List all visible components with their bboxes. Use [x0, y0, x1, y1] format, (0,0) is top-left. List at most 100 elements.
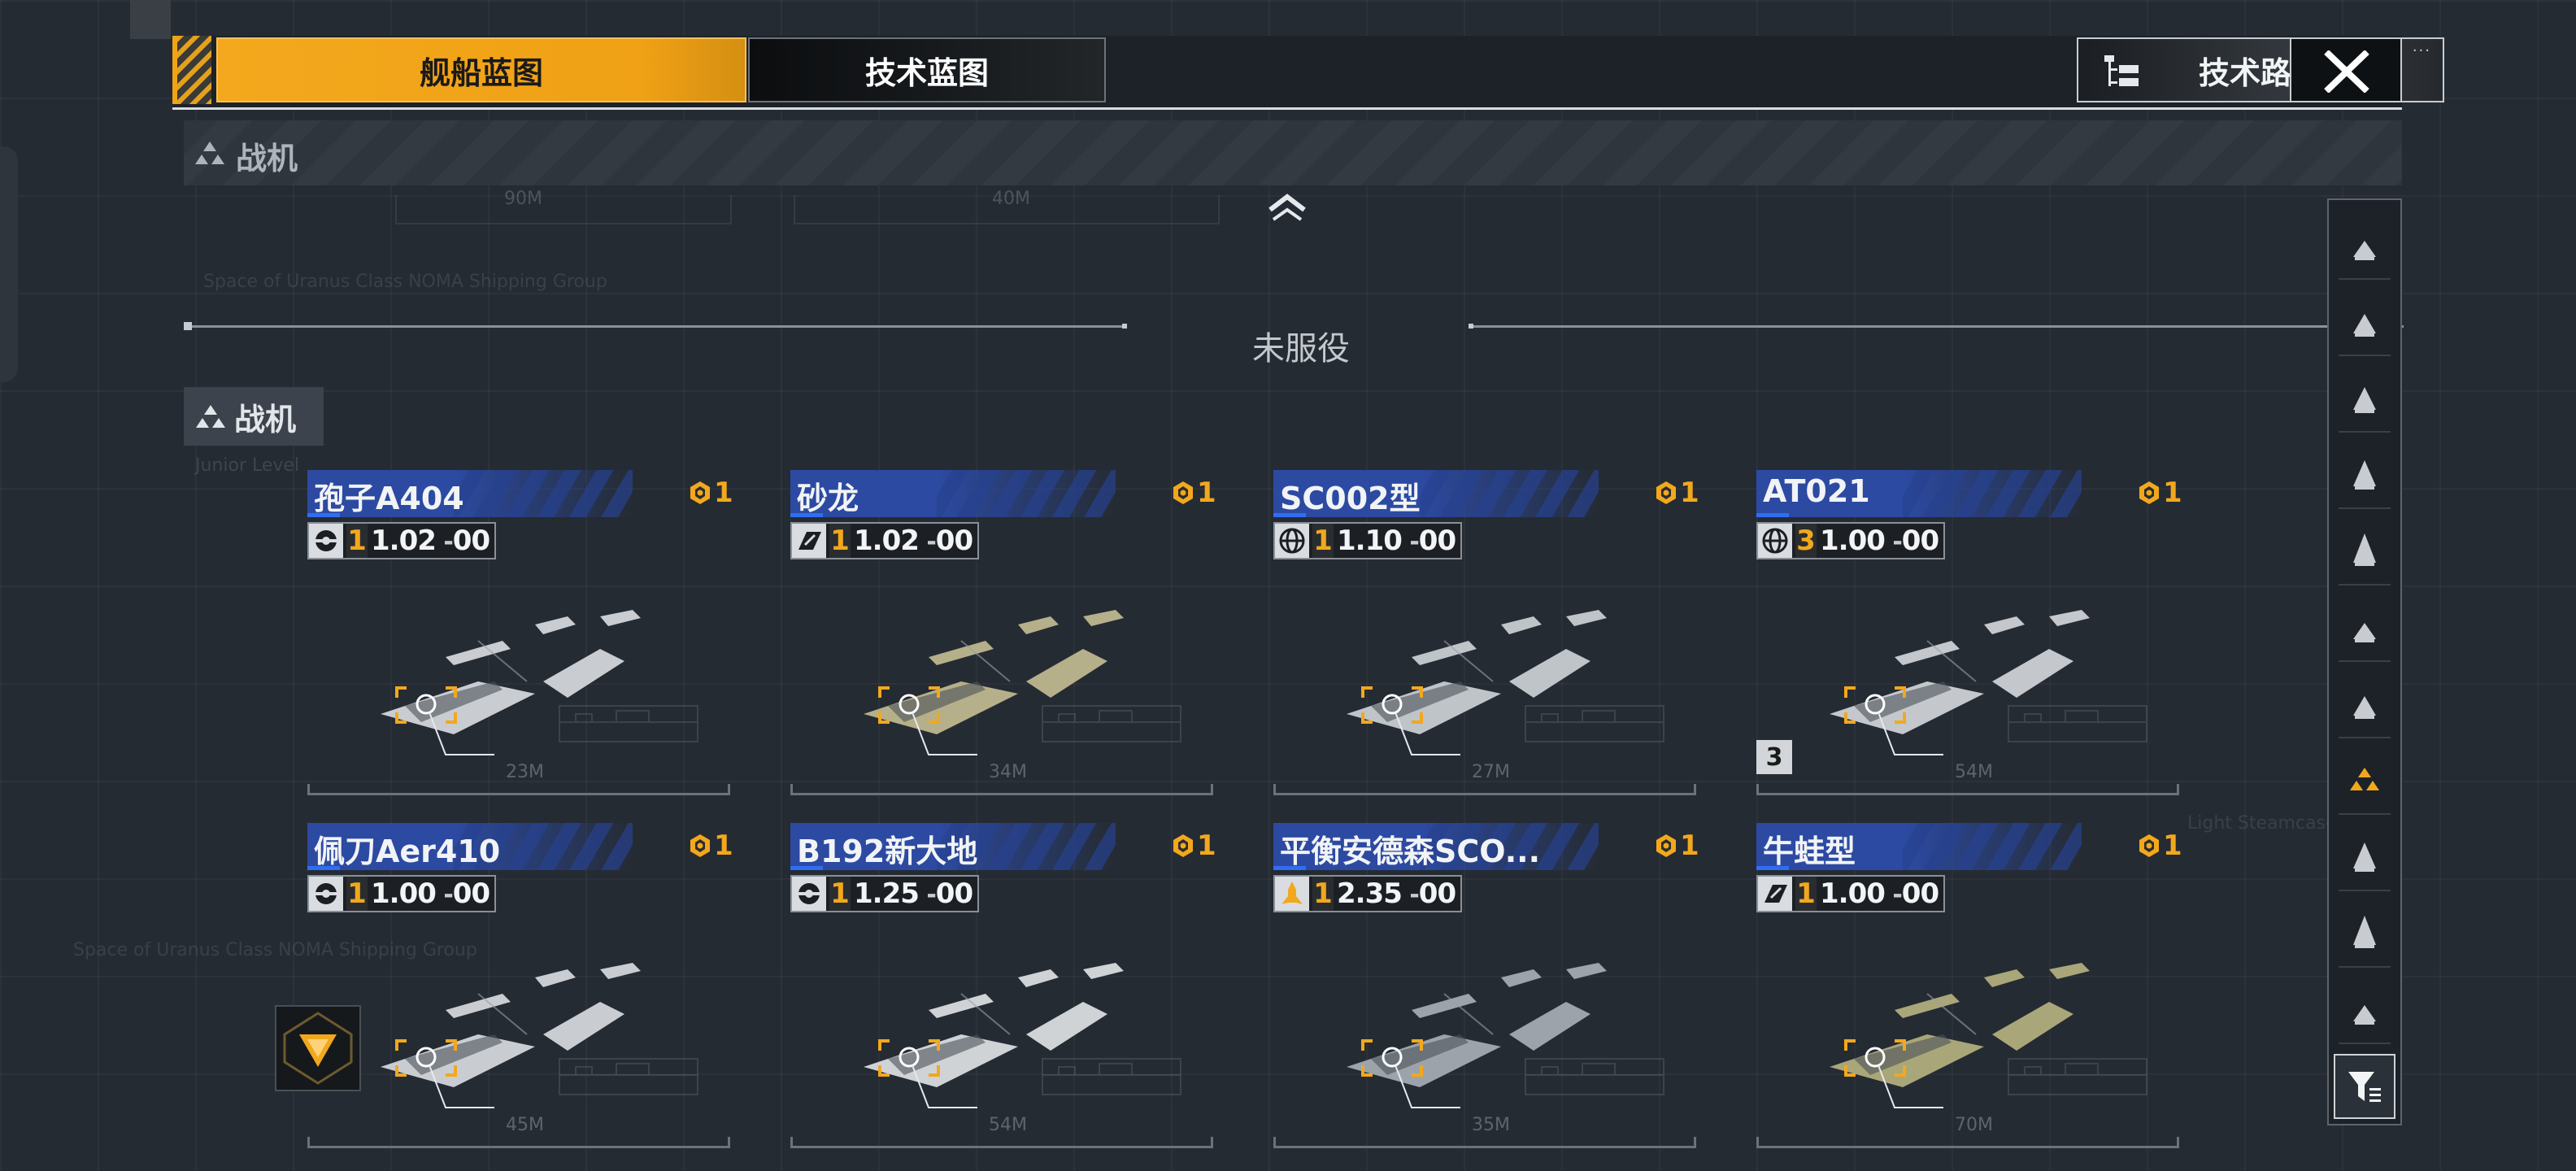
ship-size: 35M — [1472, 1115, 1510, 1135]
ship-score: 1.10 -00 — [1337, 525, 1456, 557]
side-filter-cruiser[interactable] — [2339, 366, 2391, 433]
fighter-icon — [196, 405, 225, 428]
rank-medal-icon — [2139, 481, 2159, 504]
group-label: 战机 — [184, 387, 324, 446]
rank-medal-icon — [690, 834, 710, 857]
name-accent — [1756, 513, 1789, 517]
tab-ship-blueprint[interactable]: 舰船蓝图 — [216, 37, 746, 102]
side-filter-destroyer[interactable] — [2339, 442, 2391, 509]
ship-name: SC002型 — [1280, 481, 1421, 516]
side-filter-rail — [2327, 198, 2402, 1125]
category-header[interactable]: 战机 — [184, 120, 2402, 185]
ship-stat: 1 1.02 -00 — [790, 522, 980, 559]
frigate-icon — [2353, 533, 2376, 566]
side-filter-shuttle[interactable] — [2339, 901, 2391, 968]
ship-card[interactable]: 牛蛙型 1 1 1.00 -00 70M — [1756, 823, 2182, 1148]
tab-label: 舰船蓝图 — [419, 54, 543, 91]
ship-illustration — [356, 912, 714, 1124]
shuttle-icon — [2353, 916, 2376, 948]
rank-medal-icon — [1656, 481, 1676, 504]
ship-name: 牛蛙型 — [1763, 834, 1856, 869]
score-suffix: 00 — [935, 877, 973, 910]
decor-size: 90M — [504, 189, 542, 209]
decor-text: Junior Level — [195, 455, 300, 476]
filter-button[interactable] — [2334, 1054, 2395, 1119]
expand-menu-button[interactable] — [275, 1005, 361, 1091]
section-divider-left — [184, 325, 1127, 328]
ship-illustration — [356, 559, 714, 771]
card-bottom-frame — [1273, 1137, 1696, 1148]
score-value: 1.02 — [854, 525, 920, 557]
card-bottom-frame — [1756, 1137, 2179, 1148]
score-value: 1.00 — [1820, 525, 1886, 557]
tech-gear-icon — [792, 877, 826, 911]
divider-end-dot — [1469, 324, 1473, 329]
rocket-icon — [1275, 877, 1309, 911]
card-bottom-frame — [790, 1137, 1213, 1148]
side-filter-battleship[interactable] — [2339, 213, 2391, 280]
ship-card[interactable]: AT021 1 3 1.00 -00 54M 3 — [1756, 470, 2182, 795]
rank-badge: 1 — [688, 477, 733, 509]
side-filter-fighter[interactable] — [2339, 748, 2391, 815]
rank-badge: 1 — [2137, 829, 2182, 862]
battleship-icon — [2353, 241, 2376, 260]
ship-card[interactable]: SC002型 1 1 1.10 -00 27M — [1273, 470, 1699, 795]
chevron-up-icon[interactable] — [1267, 192, 1308, 221]
section-divider-right — [1469, 325, 2404, 328]
drone-icon — [2353, 1005, 2376, 1025]
ship-level: 3 — [1795, 524, 1817, 558]
ship-illustration — [1805, 912, 2163, 1124]
card-bottom-frame — [307, 1137, 730, 1148]
globe-icon — [1275, 524, 1309, 558]
ship-score: 1.00 -00 — [1820, 877, 1939, 910]
tech-gear-icon — [309, 524, 343, 558]
score-suffix: 00 — [452, 877, 490, 910]
ship-card[interactable]: 佩刀Aer410 1 1 1.00 -00 45M — [307, 823, 733, 1148]
rank-number: 1 — [714, 477, 733, 509]
ship-illustration — [1322, 559, 1680, 771]
tab-label: 技术蓝图 — [864, 54, 989, 91]
card-bottom-frame — [1273, 784, 1696, 795]
globe-icon — [1758, 524, 1792, 558]
ship-card[interactable]: B192新大地 1 1 1.25 -00 54M — [790, 823, 1216, 1148]
ship-score: 1.02 -00 — [371, 525, 490, 557]
score-value: 1.00 — [371, 877, 437, 910]
side-filter-frigate[interactable] — [2339, 519, 2391, 586]
left-edge-handle[interactable] — [0, 146, 18, 382]
ship-illustration — [839, 912, 1197, 1124]
tab-tech-blueprint[interactable]: 技术蓝图 — [748, 37, 1106, 102]
rank-medal-icon — [1173, 834, 1193, 857]
ship-card[interactable]: 孢子A404 1 1 1.02 -00 23M — [307, 470, 733, 795]
ship-level: 1 — [346, 524, 368, 558]
count-badge: 3 — [1756, 740, 1792, 774]
ship-card[interactable]: 砂龙 1 1 1.02 -00 34M — [790, 470, 1216, 795]
side-filter-drone[interactable] — [2339, 977, 2391, 1044]
score-suffix: 00 — [1418, 525, 1456, 557]
side-filter-support[interactable] — [2339, 672, 2391, 738]
ship-score: 2.35 -00 — [1337, 877, 1456, 910]
corner-marker — [130, 0, 171, 39]
ship-illustration — [1805, 559, 2163, 771]
ship-stat: 1 1.25 -00 — [790, 875, 980, 912]
cruiser-icon — [2353, 387, 2376, 413]
ship-score: 1.02 -00 — [854, 525, 973, 557]
score-suffix: 00 — [1901, 877, 1939, 910]
side-filter-bomber[interactable] — [2339, 825, 2391, 891]
ship-name: AT021 — [1763, 473, 1870, 509]
rank-medal-icon — [1656, 834, 1676, 857]
filter-icon — [2348, 1072, 2381, 1102]
ship-card[interactable]: 平衡安德森SCO... 1 1 2.35 -00 35M — [1273, 823, 1699, 1148]
side-filter-corvette[interactable] — [2339, 595, 2391, 662]
rank-number: 1 — [1680, 829, 1699, 862]
rank-number: 1 — [1680, 477, 1699, 509]
ship-level: 1 — [1312, 524, 1334, 558]
card-bottom-frame — [307, 784, 730, 795]
ship-stat: 1 1.00 -00 — [307, 875, 497, 912]
ship-level: 1 — [1795, 877, 1817, 911]
close-button[interactable] — [2290, 37, 2402, 102]
side-filter-carrier[interactable] — [2339, 289, 2391, 356]
top-tab-bar: 舰船蓝图 技术蓝图 技术路线 ··· — [172, 36, 2444, 110]
speed-icon — [792, 524, 826, 558]
category-label: 战机 — [236, 141, 298, 176]
card-bottom-frame — [790, 784, 1213, 795]
